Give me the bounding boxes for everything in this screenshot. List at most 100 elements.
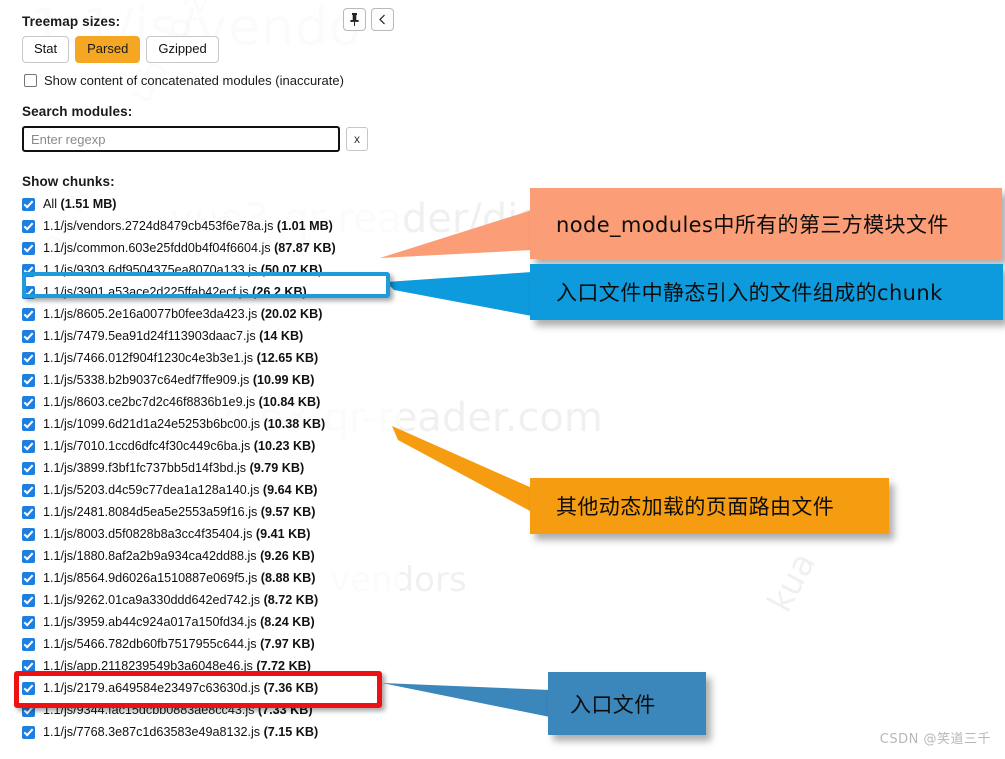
chevron-left-icon bbox=[379, 14, 385, 25]
chunk-list-item[interactable]: 1.1/js/3899.f3bf1fc737bb5d14f3bd.js (9.7… bbox=[22, 457, 400, 479]
clear-search-button[interactable]: x bbox=[346, 127, 368, 152]
chunk-list-item[interactable]: 1.1/js/1099.6d21d1a24e5253b6bc00.js (10.… bbox=[22, 413, 400, 435]
chunk-name: All bbox=[43, 197, 57, 212]
chunk-checkbox[interactable] bbox=[22, 527, 35, 541]
search-row: x bbox=[22, 126, 400, 153]
chunk-list-item[interactable]: 1.1/js/8564.9d6026a1510887e069f5.js (8.8… bbox=[22, 567, 400, 589]
vendors-callout-pointer bbox=[380, 210, 532, 258]
chunk-list-item[interactable]: All (1.51 MB) bbox=[22, 193, 400, 215]
size-mode-parsed-button[interactable]: Parsed bbox=[75, 36, 141, 64]
chunk-checkbox[interactable] bbox=[22, 373, 35, 387]
chunk-list-item[interactable]: 1.1/js/9262.01ca9a330ddd642ed742.js (8.7… bbox=[22, 589, 400, 611]
chunk-size: (10.23 KB) bbox=[253, 439, 316, 454]
chunk-size: (9.57 KB) bbox=[260, 505, 316, 520]
chunk-checkbox[interactable] bbox=[22, 351, 35, 365]
show-concatenated-modules-checkbox[interactable] bbox=[24, 74, 37, 88]
chunk-list-item[interactable]: 1.1/js/8003.d5f0828b8a3cc4f35404.js (9.4… bbox=[22, 523, 400, 545]
pin-icon bbox=[350, 13, 359, 26]
chunk-checkbox[interactable] bbox=[22, 703, 35, 717]
chunk-checkbox[interactable] bbox=[22, 681, 35, 695]
chunk-list-item[interactable]: 1.1/js/3959.ab44c924a017a150fd34.js (8.2… bbox=[22, 611, 400, 633]
chunk-list-item[interactable]: 1.1/js/app.2118239549b3a6048e46.js (7.72… bbox=[22, 655, 400, 677]
chunk-size: (10.99 KB) bbox=[252, 373, 315, 388]
chunk-checkbox[interactable] bbox=[22, 505, 35, 519]
chunk-checkbox[interactable] bbox=[22, 241, 35, 255]
chunk-name: 1.1/js/7010.1ccd6dfc4f30c449c6ba.js bbox=[43, 439, 251, 454]
chunk-name: 1.1/js/9262.01ca9a330ddd642ed742.js bbox=[43, 593, 261, 608]
chunk-name: 1.1/js/7479.5ea91d24f113903daac7.js bbox=[43, 329, 256, 344]
chunk-checkbox[interactable] bbox=[22, 549, 35, 563]
chunk-checkbox[interactable] bbox=[22, 219, 35, 233]
chunk-checkbox[interactable] bbox=[22, 439, 35, 453]
chunk-list-item[interactable]: 1.1/js/7768.3e87c1d63583e49a8132.js (7.1… bbox=[22, 721, 400, 743]
annotation-entry: 入口文件 bbox=[548, 672, 706, 735]
chunk-list-item[interactable]: 1.1/js/1880.8af2a2b9a934ca42dd88.js (9.2… bbox=[22, 545, 400, 567]
chunk-label: 1.1/js/5466.782db60fb7517955c644.js (7.9… bbox=[43, 637, 315, 651]
chunk-list-item[interactable]: 1.1/js/vendors.2724d8479cb453f6e78a.js (… bbox=[22, 215, 400, 237]
chunk-name: 1.1/js/8564.9d6026a1510887e069f5.js bbox=[43, 571, 258, 586]
chunk-label: 1.1/js/2481.8084d5ea5e2553a59f16.js (9.5… bbox=[43, 505, 315, 519]
chunk-size: (8.88 KB) bbox=[260, 571, 316, 586]
chunk-size: (7.33 KB) bbox=[257, 703, 313, 718]
chunk-list-item[interactable]: 1.1/js/5338.b2b9037c64edf7ffe909.js (10.… bbox=[22, 369, 400, 391]
chunk-list-item[interactable]: 1.1/js/2481.8084d5ea5e2553a59f16.js (9.5… bbox=[22, 501, 400, 523]
pin-button[interactable] bbox=[343, 8, 366, 31]
chunk-list-item[interactable]: 1.1/js/3901.a53ace2d225ffab42ecf.js (26.… bbox=[22, 281, 400, 303]
chunk-checkbox[interactable] bbox=[22, 395, 35, 409]
show-concatenated-modules-label: Show content of concatenated modules (in… bbox=[44, 73, 344, 89]
chunk-list-item[interactable]: 1.1/js/8605.2e16a0077b0fee3da423.js (20.… bbox=[22, 303, 400, 325]
chunk-size: (10.38 KB) bbox=[263, 417, 326, 432]
chunk-checkbox[interactable] bbox=[22, 637, 35, 651]
chunk-list-item[interactable]: 1.1/js/7466.012f904f1230c4e3b3e1.js (12.… bbox=[22, 347, 400, 369]
chunk-checkbox[interactable] bbox=[22, 593, 35, 607]
annotation-common: 入口文件中静态引入的文件组成的chunk bbox=[530, 264, 1003, 320]
chunk-checkbox[interactable] bbox=[22, 197, 35, 211]
chunk-checkbox[interactable] bbox=[22, 307, 35, 321]
chunk-list-item[interactable]: 1.1/js/7010.1ccd6dfc4f30c449c6ba.js (10.… bbox=[22, 435, 400, 457]
chunk-checkbox[interactable] bbox=[22, 571, 35, 585]
chunk-checkbox[interactable] bbox=[22, 329, 35, 343]
show-chunks-label: Show chunks: bbox=[22, 174, 115, 190]
chunk-checkbox[interactable] bbox=[22, 461, 35, 475]
chunk-name: 1.1/js/3901.a53ace2d225ffab42ecf.js bbox=[43, 285, 249, 300]
chunk-label: 1.1/js/8003.d5f0828b8a3cc4f35404.js (9.4… bbox=[43, 527, 310, 541]
chunk-checkbox[interactable] bbox=[22, 615, 35, 629]
chunk-label: 1.1/js/5203.d4c59c77dea1a128a140.js (9.6… bbox=[43, 483, 317, 497]
credit-watermark: CSDN @笑道三千 bbox=[879, 732, 991, 747]
chunk-label: 1.1/js/vendors.2724d8479cb453f6e78a.js (… bbox=[43, 219, 333, 233]
chunk-checkbox[interactable] bbox=[22, 285, 35, 299]
chunk-name: 1.1/js/8603.ce2bc7d2c46f8836b1e9.js bbox=[43, 395, 256, 410]
chunk-checkbox[interactable] bbox=[22, 263, 35, 277]
common-callout-pointer bbox=[386, 272, 532, 316]
chunk-label: 1.1/js/9303.6df9504375ea8070a133.js (50.… bbox=[43, 263, 322, 277]
entry-callout-pointer bbox=[382, 683, 550, 717]
chunk-name: 1.1/js/8003.d5f0828b8a3cc4f35404.js bbox=[43, 527, 253, 542]
chunk-list-item[interactable]: 1.1/js/5203.d4c59c77dea1a128a140.js (9.6… bbox=[22, 479, 400, 501]
chunk-list-item[interactable]: 1.1/js/2179.a649584e23497c63630d.js (7.3… bbox=[22, 677, 400, 699]
size-mode-gzipped-button[interactable]: Gzipped bbox=[146, 36, 219, 64]
chunk-list-item[interactable]: 1.1/js/7479.5ea91d24f113903daac7.js (14 … bbox=[22, 325, 400, 347]
chunk-list-item[interactable]: 1.1/js/9344.fac15dcbb0883ae8cc43.js (7.3… bbox=[22, 699, 400, 721]
search-modules-label: Search modules: bbox=[22, 104, 133, 120]
chunk-checkbox[interactable] bbox=[22, 725, 35, 739]
show-concatenated-modules-row[interactable]: Show content of concatenated modules (in… bbox=[24, 73, 400, 88]
collapse-button[interactable] bbox=[371, 8, 394, 31]
chunk-name: 1.1/js/8605.2e16a0077b0fee3da423.js bbox=[43, 307, 258, 322]
chunk-checkbox[interactable] bbox=[22, 483, 35, 497]
chunk-checkbox[interactable] bbox=[22, 659, 35, 673]
size-mode-stat-button[interactable]: Stat bbox=[22, 36, 70, 64]
chunk-list-item[interactable]: 1.1/js/9303.6df9504375ea8070a133.js (50.… bbox=[22, 259, 400, 281]
search-input[interactable] bbox=[22, 126, 340, 153]
chunk-size: (9.41 KB) bbox=[255, 527, 311, 542]
chunk-list-item[interactable]: 1.1/js/5466.782db60fb7517955c644.js (7.9… bbox=[22, 633, 400, 655]
chunk-label: 1.1/js/3899.f3bf1fc737bb5d14f3bd.js (9.7… bbox=[43, 461, 304, 475]
chunk-list-item[interactable]: 1.1/js/common.603e25fdd0b4f04f6604.js (8… bbox=[22, 237, 400, 259]
chunk-label: 1.1/js/2179.a649584e23497c63630d.js (7.3… bbox=[43, 681, 318, 695]
chunk-checkbox[interactable] bbox=[22, 417, 35, 431]
chunk-label: 1.1/js/3959.ab44c924a017a150fd34.js (8.2… bbox=[43, 615, 315, 629]
chunk-size: (8.72 KB) bbox=[263, 593, 319, 608]
chunk-name: 1.1/js/5466.782db60fb7517955c644.js bbox=[43, 637, 257, 652]
chunk-name: 1.1/js/2179.a649584e23497c63630d.js bbox=[43, 681, 261, 696]
chunk-list-item[interactable]: 1.1/js/8603.ce2bc7d2c46f8836b1e9.js (10.… bbox=[22, 391, 400, 413]
chunk-size: (7.72 KB) bbox=[256, 659, 311, 674]
